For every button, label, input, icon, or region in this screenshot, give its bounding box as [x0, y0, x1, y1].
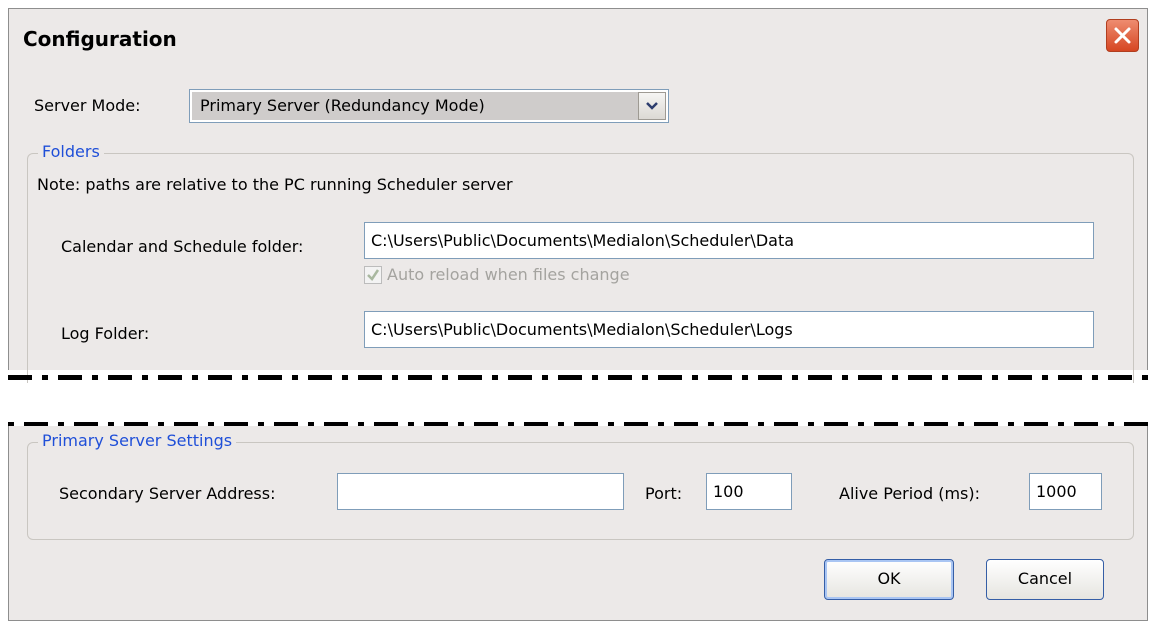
ok-button[interactable]: OK — [824, 559, 954, 600]
dialog-bottom-section: Primary Server Settings Secondary Server… — [8, 426, 1148, 621]
auto-reload-checkbox[interactable] — [364, 266, 382, 284]
auto-reload-label: Auto reload when files change — [387, 265, 630, 284]
server-mode-label: Server Mode: — [34, 96, 141, 115]
log-folder-label: Log Folder: — [61, 324, 150, 343]
cancel-button[interactable]: Cancel — [986, 559, 1104, 600]
primary-server-settings-title: Primary Server Settings — [38, 431, 237, 450]
port-input[interactable]: 100 — [706, 473, 792, 510]
tear-line-top — [8, 375, 1155, 380]
alive-period-input[interactable]: 1000 — [1029, 473, 1102, 510]
server-mode-select[interactable]: Primary Server (Redundancy Mode) — [189, 89, 669, 123]
secondary-server-address-input[interactable] — [337, 473, 624, 510]
title-bar[interactable]: Configuration — [9, 9, 1147, 79]
dialog-top-section: Configuration Server Mode: Primary Serve… — [8, 8, 1148, 383]
log-folder-input[interactable]: C:\Users\Public\Documents\Medialon\Sched… — [364, 311, 1094, 348]
alive-period-label: Alive Period (ms): — [839, 484, 981, 503]
checkmark-icon — [367, 269, 380, 281]
dropdown-button[interactable] — [638, 92, 666, 120]
chevron-down-icon — [646, 102, 658, 110]
folders-note: Note: paths are relative to the PC runni… — [37, 175, 513, 194]
calendar-folder-label: Calendar and Schedule folder: — [61, 237, 304, 256]
secondary-server-address-label: Secondary Server Address: — [59, 484, 276, 503]
close-button[interactable] — [1106, 19, 1139, 52]
port-label: Port: — [645, 484, 683, 503]
close-icon — [1114, 27, 1131, 44]
folders-group-title: Folders — [38, 142, 104, 161]
server-mode-value: Primary Server (Redundancy Mode) — [192, 92, 638, 120]
window-title: Configuration — [23, 27, 177, 51]
calendar-folder-input[interactable]: C:\Users\Public\Documents\Medialon\Sched… — [364, 222, 1094, 259]
